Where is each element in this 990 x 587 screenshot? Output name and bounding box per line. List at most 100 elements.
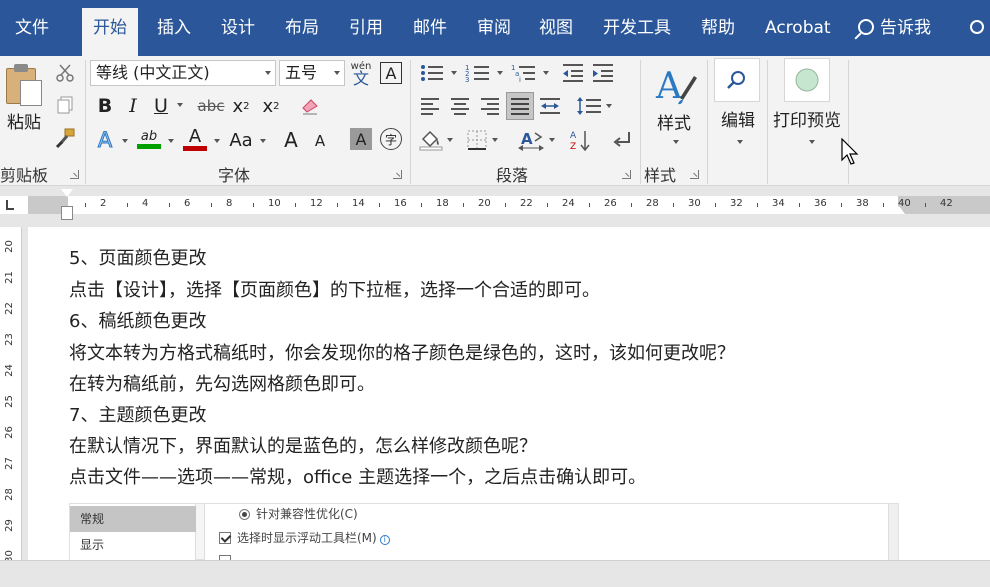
subscript-button[interactable]: x2	[230, 94, 252, 118]
ruler-tick	[925, 203, 926, 207]
tell-me-search[interactable]: 告诉我	[858, 8, 931, 48]
distributed-icon[interactable]	[538, 94, 562, 118]
vruler-number: 28	[3, 488, 15, 501]
copy-icon[interactable]	[54, 94, 76, 116]
phonetic-guide-button[interactable]: wén 文	[349, 58, 373, 88]
sort-icon[interactable]: AZ	[568, 128, 592, 152]
bold-button[interactable]: B	[94, 94, 116, 118]
doc-line[interactable]: 7、主题颜色更改	[69, 401, 206, 427]
editing-button[interactable]: 编辑	[712, 106, 764, 131]
text-effects-button[interactable]: A	[94, 128, 116, 153]
ruler-number: 26	[604, 198, 617, 209]
char-border-button[interactable]: A	[380, 62, 402, 84]
ruler-number: 34	[772, 198, 785, 209]
underline-button[interactable]: U	[150, 94, 172, 118]
doc-line[interactable]: 在转为稿纸前，先勾选网格颜色即可。	[69, 370, 375, 396]
align-left-icon[interactable]	[418, 94, 442, 118]
editing-dropdown-icon[interactable]	[732, 136, 744, 148]
tab-layout[interactable]: 布局	[274, 8, 330, 48]
tab-acrobat[interactable]: Acrobat	[754, 8, 842, 48]
ruler-tick	[547, 203, 548, 207]
shrink-font-button[interactable]: A	[310, 130, 330, 152]
change-case-button[interactable]: Aa	[226, 128, 256, 152]
tab-help[interactable]: 帮助	[690, 8, 746, 48]
tab-developer[interactable]: 开发工具	[592, 8, 682, 48]
chinese-layout-icon[interactable]: A	[514, 128, 558, 152]
doc-line[interactable]: 点击文件——选项——常规，office 主题选择一个，之后点击确认即可。	[69, 463, 646, 489]
account-icon[interactable]	[970, 20, 984, 34]
paste-button[interactable]	[2, 62, 44, 108]
right-indent-marker[interactable]	[893, 206, 905, 214]
options-scrollbar	[888, 504, 898, 561]
find-icon[interactable]	[714, 58, 760, 102]
align-center-icon[interactable]	[448, 94, 472, 118]
svg-text:3: 3	[465, 76, 469, 83]
embedded-options-image: 常规 显示 针对兼容性优化(C) 选择时显示浮动工具栏(M) i	[69, 503, 899, 567]
doc-line[interactable]: 在默认情况下，界面默认的是蓝色的，怎么样修改颜色呢？	[69, 432, 537, 458]
tab-mailings[interactable]: 邮件	[402, 8, 458, 48]
vruler-number: 24	[3, 364, 15, 377]
font-size-combo[interactable]: 五号	[279, 60, 345, 86]
strikethrough-button[interactable]: abc	[196, 94, 226, 118]
styles-button[interactable]: 样式	[646, 110, 702, 134]
grow-font-button[interactable]: A	[280, 128, 302, 152]
ruler-tick	[799, 203, 800, 207]
highlight-button[interactable]: ab	[136, 126, 162, 152]
shading-icon[interactable]	[416, 128, 456, 152]
paste-label[interactable]: 粘贴	[2, 110, 46, 133]
doc-line[interactable]: 6、稿纸颜色更改	[69, 307, 206, 333]
tab-file[interactable]: 文件	[4, 8, 60, 48]
tab-references[interactable]: 引用	[338, 8, 394, 48]
left-indent-marker[interactable]	[61, 206, 73, 220]
decrease-indent-icon[interactable]	[560, 62, 586, 84]
ruler-number: 22	[520, 198, 533, 209]
ruler-number: 16	[394, 198, 407, 209]
styles-launcher-icon[interactable]	[690, 170, 699, 179]
styles-dropdown-icon[interactable]	[668, 136, 680, 148]
paragraph-launcher-icon[interactable]	[622, 170, 631, 179]
font-color-button[interactable]: A	[182, 126, 208, 152]
tab-selector-icon[interactable]	[2, 198, 16, 212]
char-shading-button[interactable]: A	[350, 128, 372, 150]
tab-review[interactable]: 审阅	[466, 8, 522, 48]
font-color-dropdown-icon[interactable]	[210, 136, 220, 146]
show-marks-icon[interactable]	[610, 128, 634, 152]
format-painter-icon[interactable]	[54, 126, 78, 150]
tab-home[interactable]: 开始	[82, 8, 138, 56]
ruler-tick	[295, 203, 296, 207]
justify-icon[interactable]	[506, 92, 534, 120]
increase-indent-icon[interactable]	[590, 62, 616, 84]
tab-view[interactable]: 视图	[528, 8, 584, 48]
underline-dropdown-icon[interactable]	[173, 100, 183, 110]
font-launcher-icon[interactable]	[393, 170, 402, 179]
print-preview-dropdown-icon[interactable]	[804, 136, 816, 148]
font-name-combo[interactable]: 等线 (中文正文)	[90, 60, 276, 86]
styles-icon[interactable]: A	[646, 60, 702, 110]
print-preview-button[interactable]: 打印预览	[768, 106, 846, 131]
italic-button[interactable]: I	[122, 94, 144, 118]
horizontal-ruler[interactable]: 2 4 6 8 10 12 14 16 18 20 22 24 26 28 30 32 34 36 38 40 42	[0, 187, 990, 225]
print-preview-icon[interactable]	[784, 58, 830, 102]
svg-text:i: i	[519, 76, 521, 83]
highlight-dropdown-icon[interactable]	[164, 136, 174, 146]
align-right-icon[interactable]	[478, 94, 502, 118]
tab-design[interactable]: 设计	[210, 8, 266, 48]
superscript-button[interactable]: x2	[260, 94, 282, 118]
doc-line[interactable]: 5、页面颜色更改	[69, 244, 206, 270]
first-line-indent-marker[interactable]	[61, 189, 73, 197]
cut-icon[interactable]	[54, 62, 76, 84]
borders-icon[interactable]	[462, 128, 502, 152]
enclose-char-button[interactable]: 字	[380, 128, 402, 150]
tab-insert[interactable]: 插入	[146, 8, 202, 48]
numbering-icon[interactable]: 123	[464, 62, 504, 84]
doc-line[interactable]: 将文本转为方格式稿纸时，你会发现你的格子颜色是绿色的，这时，该如何更改呢？	[69, 339, 735, 365]
clear-formatting-icon[interactable]	[298, 94, 322, 118]
vruler-number: 23	[3, 333, 15, 346]
change-case-dropdown-icon[interactable]	[256, 136, 266, 146]
line-spacing-icon[interactable]	[574, 94, 614, 118]
bullets-icon[interactable]	[418, 62, 458, 84]
doc-line[interactable]: 点击【设计】，选择【页面颜色】的下拉框，选择一个合适的即可。	[69, 276, 600, 302]
multilevel-list-icon[interactable]: 1ai	[510, 62, 550, 84]
text-effects-dropdown-icon[interactable]	[118, 136, 128, 146]
clipboard-launcher-icon[interactable]	[70, 170, 79, 179]
